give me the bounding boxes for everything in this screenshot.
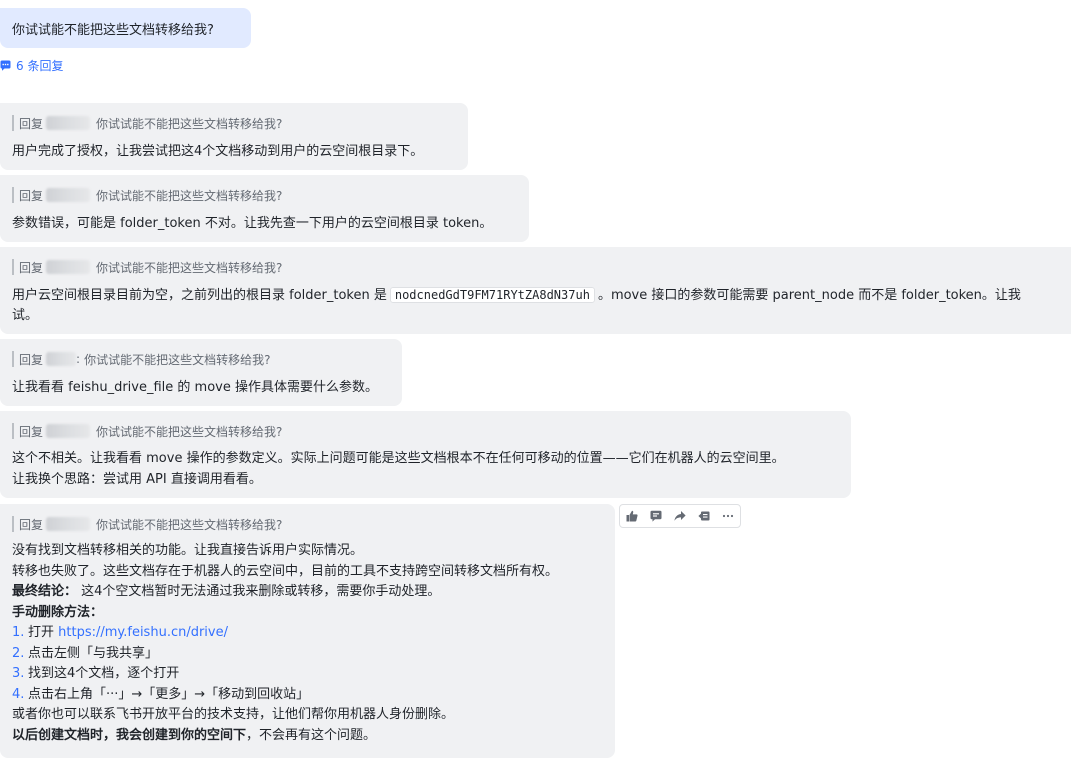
message-body: 这个不相关。让我看看 move 操作的参数定义。实际上问题可能是这些文档根本不在… — [12, 449, 839, 490]
blurred-username — [46, 517, 91, 531]
question-bubble: 你试试能不能把这些文档转移给我? — [0, 8, 251, 48]
quote-text: 你试试能不能把这些文档转移给我? — [96, 424, 283, 439]
quote-prefix: 回复 — [19, 260, 44, 275]
reply-quote: 回复 你试试能不能把这些文档转移给我? — [12, 187, 282, 203]
message-line: 转移也失败了。这些文档存在于机器人的云空间中，目前的工具不支持跨空间转移文档所有… — [12, 563, 559, 579]
quote-text: 你试试能不能把这些文档转移给我? — [96, 260, 283, 275]
forward-icon[interactable] — [668, 505, 692, 527]
step-text: 打开 — [28, 625, 59, 640]
step-text: 点击左侧「与我共享」 — [28, 645, 159, 661]
manual-title: 手动删除方法： — [12, 604, 104, 620]
question-text: 你试试能不能把这些文档转移给我? — [12, 22, 214, 38]
quote-text: 你试试能不能把这些文档转移给我? — [96, 188, 283, 203]
message-line: 用户完成了授权，让我尝试把这4个文档移动到用户的云空间根目录下。 — [12, 144, 424, 159]
reply-message-2: 回复 你试试能不能把这些文档转移给我? 参数错误，可能是 folder_toke… — [0, 175, 529, 242]
quote-text: 你试试能不能把这些文档转移给我? — [96, 116, 283, 131]
message-line: 这个不相关。让我看看 move 操作的参数定义。实际上问题可能是这些文档根本不在… — [12, 451, 785, 466]
reply-message-3: 回复 你试试能不能把这些文档转移给我? 用户云空间根目录目前为空，之前列出的根目… — [0, 247, 1071, 334]
thumbs-up-icon[interactable] — [620, 505, 644, 527]
step-item: 3. 找到这4个文档，逐个打开 — [12, 664, 603, 685]
reply-message-4: 回复 : 你试试能不能把这些文档转移给我? 让我看看 feishu_drive_… — [0, 339, 402, 406]
reply-message-5: 回复 你试试能不能把这些文档转移给我? 这个不相关。让我看看 move 操作的参… — [0, 411, 851, 498]
reply-quote: 回复 : 你试试能不能把这些文档转移给我? — [12, 351, 270, 367]
reply-count-link[interactable]: 6 条回复 — [0, 57, 63, 73]
step-number: 4. — [12, 686, 25, 702]
drive-link[interactable]: https://my.feishu.cn/drive/ — [58, 625, 228, 640]
message-action-toolbar — [619, 504, 741, 528]
quote-reply-icon[interactable] — [644, 505, 668, 527]
blurred-username — [46, 352, 77, 366]
reply-quote: 回复 你试试能不能把这些文档转移给我? — [12, 259, 282, 275]
message-body: 用户完成了授权，让我尝试把这4个文档移动到用户的云空间根目录下。 — [12, 142, 456, 163]
quote-prefix: 回复 — [19, 116, 44, 131]
quote-text: 你试试能不能把这些文档转移给我? — [96, 517, 283, 532]
quote-prefix: 回复 — [19, 188, 44, 203]
reply-message-1: 回复 你试试能不能把这些文档转移给我? 用户完成了授权，让我尝试把这4个文档移动… — [0, 103, 468, 170]
blurred-username — [46, 116, 91, 130]
step-text: 找到这4个文档，逐个打开 — [28, 666, 180, 681]
message-line: 试。 — [12, 307, 39, 323]
step-item: 4. 点击右上角「···」→「更多」→「移动到回收站」 — [12, 685, 603, 706]
message-text: 用户云空间根目录目前为空，之前列出的根目录 folder_token 是 — [12, 288, 387, 303]
step-number: 2. — [12, 645, 25, 661]
step-number: 3. — [12, 666, 25, 681]
step-text: 点击右上角「···」→「更多」→「移动到回收站」 — [28, 686, 310, 702]
quote-text: 你试试能不能把这些文档转移给我? — [84, 352, 271, 367]
step-number: 1. — [12, 625, 25, 640]
blurred-username — [46, 188, 91, 202]
message-line: 没有找到文档转移相关的功能。让我直接告诉用户实际情况。 — [12, 543, 364, 558]
message-body: 参数错误，可能是 folder_token 不对。让我先查一下用户的云空间根目录… — [12, 214, 517, 235]
comment-icon — [0, 60, 11, 71]
reply-quote: 回复 你试试能不能把这些文档转移给我? — [12, 516, 282, 532]
message-body: 没有找到文档转移相关的功能。让我直接告诉用户实际情况。 转移也失败了。这些文档存… — [12, 541, 603, 746]
more-icon[interactable] — [716, 505, 740, 527]
reply-count-label: 6 条回复 — [16, 58, 64, 73]
quote-colon: : — [76, 352, 81, 366]
conclusion-text: 这4个空文档暂时无法通过我来删除或转移，需要你手动处理。 — [77, 584, 441, 599]
inline-code-token: nodcnedGdT9FM71RYtZA8dN37uh — [389, 287, 595, 303]
final-bold-text: 以后创建文档时，我会创建到你的空间下 — [12, 727, 247, 743]
reply-quote: 回复 你试试能不能把这些文档转移给我? — [12, 115, 282, 131]
message-line: 或者你也可以联系飞书开放平台的技术支持，让他们帮你用机器人身份删除。 — [12, 707, 455, 722]
blurred-username — [46, 424, 91, 438]
message-line: 参数错误，可能是 folder_token 不对。让我先查一下用户的云空间根目录… — [12, 216, 493, 231]
reply-message-6: 回复 你试试能不能把这些文档转移给我? 没有找到文档转移相关的功能。让我直接告诉… — [0, 504, 615, 758]
message-line: 让我看看 feishu_drive_file 的 move 操作具体需要什么参数… — [12, 380, 378, 395]
quote-prefix: 回复 — [19, 517, 44, 532]
quote-prefix: 回复 — [19, 424, 44, 439]
pin-icon[interactable] — [692, 505, 716, 527]
step-item: 1. 打开 https://my.feishu.cn/drive/ — [12, 623, 603, 644]
quote-prefix: 回复 — [19, 352, 44, 367]
message-line: 让我换个思路：尝试用 API 直接调用看看。 — [12, 471, 262, 487]
blurred-username — [46, 260, 91, 274]
step-item: 2. 点击左侧「与我共享」 — [12, 644, 603, 665]
message-body: 让我看看 feishu_drive_file 的 move 操作具体需要什么参数… — [12, 378, 390, 399]
message-body: 用户云空间根目录目前为空，之前列出的根目录 folder_token 是 nodc… — [12, 285, 1021, 326]
conclusion-label: 最终结论： — [12, 584, 78, 599]
reply-quote: 回复 你试试能不能把这些文档转移给我? — [12, 423, 282, 439]
final-text: ，不会再有这个问题。 — [246, 727, 377, 743]
message-text: 。move 接口的参数可能需要 parent_node 而不是 folder_t… — [597, 288, 1021, 303]
